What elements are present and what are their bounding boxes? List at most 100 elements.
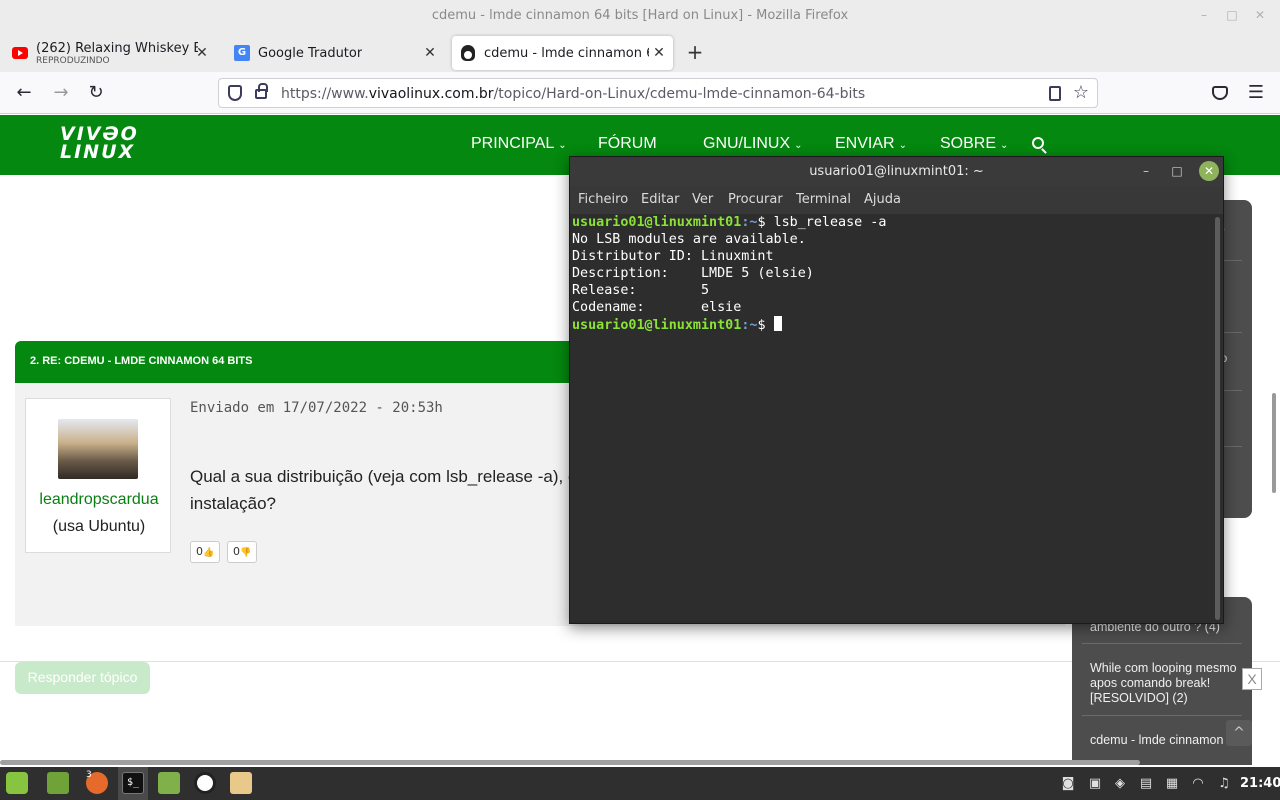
terminal-cursor (773, 316, 782, 331)
terminal-command-line: usuario01@linuxmint01:~$ lsb_release -a (572, 214, 886, 231)
upvote-count: 0 (196, 545, 203, 558)
avatar[interactable] (58, 419, 138, 479)
url-prefix: https://www. (281, 86, 369, 102)
user-card: leandropscardua (usa Ubuntu) (25, 398, 171, 553)
clock[interactable]: 21:40 (1240, 776, 1280, 791)
terminal-scrollbar[interactable] (1215, 217, 1220, 620)
url-bar[interactable]: https://www.vivaolinux.com.br/topico/Har… (218, 78, 1098, 108)
mint-menu-icon[interactable] (6, 772, 28, 794)
menu-enviar[interactable]: ENVIAR ⌄ (835, 135, 907, 153)
close-tab-icon[interactable]: ✕ (651, 45, 667, 61)
user-distro: (usa Ubuntu) (52, 518, 146, 535)
menu-label: ENVIAR (835, 135, 895, 152)
youtube-icon (12, 45, 28, 61)
downvote-count: 0 (233, 545, 240, 558)
clipboard-icon[interactable]: ▣ (1087, 776, 1103, 792)
menu-label: PRINCIPAL (471, 135, 555, 152)
search-icon[interactable] (1032, 137, 1044, 149)
menu-forum[interactable]: FÓRUM (598, 135, 657, 153)
terminal-command: lsb_release -a (773, 215, 887, 230)
post-text-line: Qual a sua distribuição (veja com lsb_re… (190, 467, 578, 486)
scroll-to-top-button[interactable]: ^ (1226, 720, 1252, 746)
back-button[interactable]: ← (13, 82, 35, 104)
show-desktop-icon[interactable] (47, 772, 69, 794)
reply-topic-button[interactable]: Responder tópico (15, 662, 150, 694)
forward-button[interactable]: → (50, 82, 72, 104)
window-titlebar: cdemu - lmde cinnamon 64 bits [Hard on L… (0, 0, 1280, 32)
terminal-menubar: Ficheiro Editar Ver Procurar Terminal Aj… (570, 186, 1223, 214)
camera-icon[interactable]: ◙ (1060, 776, 1076, 792)
menu-ajuda[interactable]: Ajuda (864, 192, 901, 207)
close-window-button[interactable]: ✕ (1253, 8, 1267, 22)
terminal-titlebar[interactable]: usuario01@linuxmint01: ~ – □ ✕ (570, 157, 1223, 186)
navigation-bar: ← → ↻ https://www.vivaolinux.com.br/topi… (0, 72, 1280, 114)
minimize-button[interactable]: – (1197, 8, 1211, 22)
prompt-path: :~ (741, 215, 758, 230)
url-text[interactable]: https://www.vivaolinux.com.br/topico/Har… (281, 86, 865, 102)
downvote-button[interactable]: 0👎 (227, 541, 258, 563)
terminal-taskbar-icon[interactable]: $_ (122, 772, 144, 794)
terminal-maximize-button[interactable]: □ (1169, 163, 1185, 179)
terminal-window[interactable]: usuario01@linuxmint01: ~ – □ ✕ Ficheiro … (569, 156, 1224, 624)
lock-icon[interactable] (255, 83, 268, 99)
shield-tray-icon[interactable]: ◈ (1112, 776, 1128, 792)
logo-line-2: LINUX (60, 141, 136, 163)
update-icon[interactable]: ▦ (1164, 776, 1180, 792)
thumbs-up-icon: 👍 (203, 548, 215, 558)
url-host: vivaolinux.com.br (368, 86, 494, 102)
tab-youtube[interactable]: (262) Relaxing Whiskey Blues REPRODUZIND… (4, 36, 216, 70)
menu-sobre[interactable]: SOBRE ⌄ (940, 135, 1008, 153)
horizontal-scrollbar[interactable] (0, 760, 1140, 765)
tab-cdemu[interactable]: cdemu - lmde cinnamon 64 bits ✕ (452, 36, 673, 70)
bitcoin-icon[interactable] (194, 772, 216, 794)
terminal-minimize-button[interactable]: – (1138, 163, 1154, 179)
menu-terminal[interactable]: Terminal (796, 192, 851, 207)
prompt-symbol: $ (757, 318, 774, 333)
close-tab-icon[interactable]: ✕ (194, 45, 210, 61)
tab-google-tradutor[interactable]: G Google Tradutor ✕ (226, 36, 444, 70)
maximize-button[interactable]: □ (1225, 8, 1239, 22)
menu-procurar[interactable]: Procurar (728, 192, 783, 207)
post-text-line: instalação? (190, 494, 277, 513)
sidebar-topic-link[interactable]: cdemu - lmde cinnamon (1090, 733, 1230, 748)
archive-icon[interactable] (230, 772, 252, 794)
sound-icon[interactable]: ♫ (1216, 776, 1232, 792)
upvote-button[interactable]: 0👍 (190, 541, 221, 563)
bookmark-star-icon[interactable]: ☆ (1073, 82, 1089, 103)
taskbar: 3 $_ ◙ ▣ ◈ ▤ ▦ ◠ ♫ 21:40 (0, 767, 1280, 800)
tab-label: cdemu - lmde cinnamon 64 bits (484, 45, 649, 61)
menu-gnu-linux[interactable]: GNU/LINUX ⌄ (703, 135, 803, 153)
username-link[interactable]: leandropscardua (26, 491, 172, 509)
google-translate-icon: G (234, 45, 250, 61)
terminal-prompt-line: usuario01@linuxmint01:~$ (572, 316, 782, 334)
wifi-icon[interactable]: ◠ (1190, 776, 1206, 792)
reload-button[interactable]: ↻ (85, 82, 107, 104)
menu-ficheiro[interactable]: Ficheiro (578, 192, 628, 207)
terminal-output-line: Release: 5 (572, 283, 710, 298)
tab-bar: (262) Relaxing Whiskey Blues REPRODUZIND… (0, 32, 1280, 72)
sidebar-topic-link[interactable]: While com looping mesmo apos comando bre… (1090, 661, 1240, 706)
reader-view-icon[interactable] (1049, 86, 1061, 101)
menu-editar[interactable]: Editar (641, 192, 680, 207)
vertical-scrollbar[interactable] (1272, 393, 1276, 493)
site-logo[interactable]: VIVƏO LINUX (60, 125, 139, 163)
divider (1082, 643, 1242, 644)
menu-ver[interactable]: Ver (692, 192, 713, 207)
close-tab-icon[interactable]: ✕ (422, 45, 438, 61)
menu-principal[interactable]: PRINCIPAL ⌄ (471, 135, 567, 153)
menu-label: FÓRUM (598, 135, 657, 152)
hamburger-menu-icon[interactable]: ☰ (1247, 84, 1265, 102)
terminal-output-line: Description: LMDE 5 (elsie) (572, 266, 814, 281)
pocket-icon[interactable] (1212, 86, 1228, 100)
terminal-title: usuario01@linuxmint01: ~ (809, 164, 984, 179)
terminal-close-button[interactable]: ✕ (1199, 161, 1219, 181)
printer-icon[interactable]: ▤ (1138, 776, 1154, 792)
post-date: Enviado em 17/07/2022 - 20:53h (190, 400, 443, 416)
chevron-down-icon: ⌄ (794, 140, 803, 151)
ad-close-button[interactable]: X (1242, 668, 1262, 690)
files-icon[interactable] (158, 772, 180, 794)
terminal-output[interactable]: usuario01@linuxmint01:~$ lsb_release -a … (570, 214, 1223, 623)
new-tab-button[interactable]: + (685, 40, 705, 64)
shield-icon[interactable] (228, 85, 242, 101)
url-path: /topico/Hard-on-Linux/cdemu-lmde-cinnamo… (493, 86, 866, 102)
